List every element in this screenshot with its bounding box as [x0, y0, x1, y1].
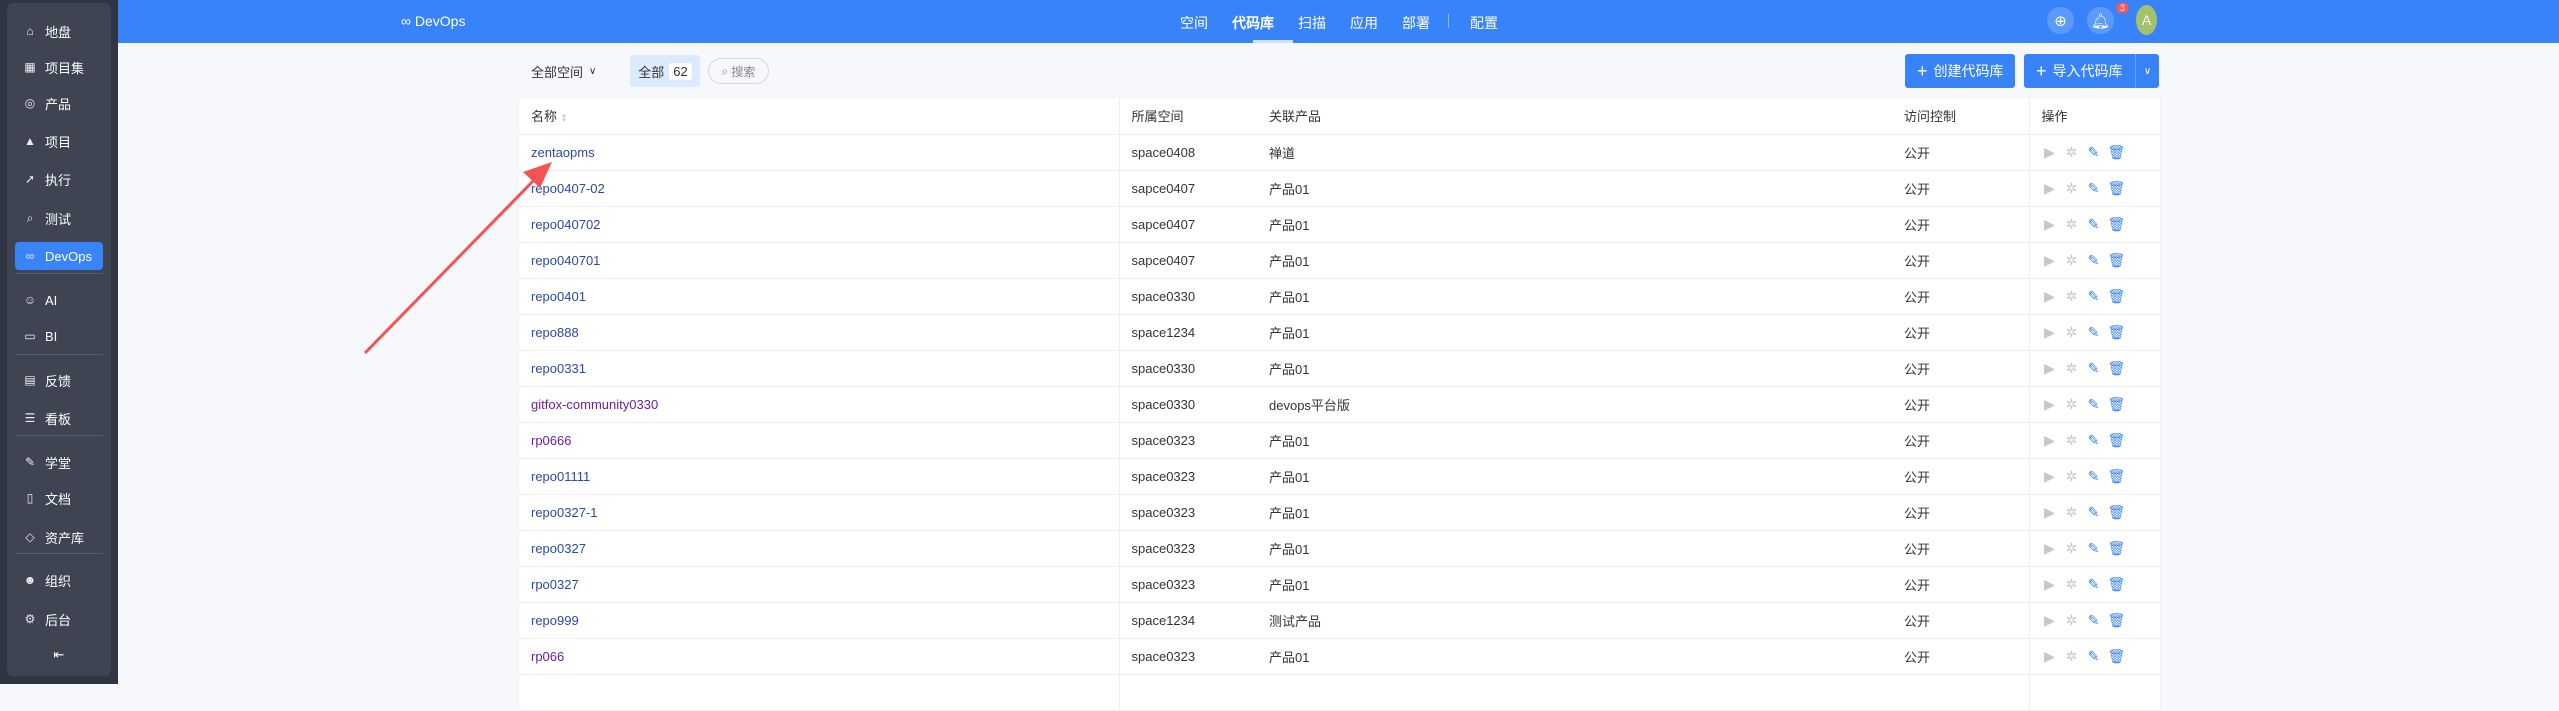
annotation-arrow [363, 162, 552, 355]
